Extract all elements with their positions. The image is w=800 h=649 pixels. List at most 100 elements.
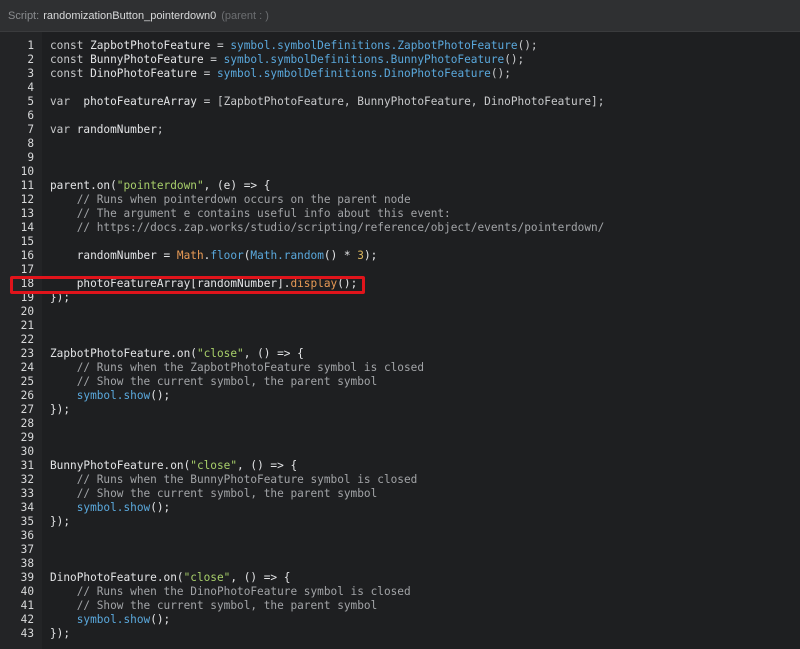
code-line[interactable] — [50, 543, 800, 557]
line-number: 15 — [20, 235, 34, 248]
line-number: 19 — [20, 291, 34, 304]
code-line[interactable]: parent.on("pointerdown", (e) => { — [50, 179, 800, 193]
line-number: 3 — [27, 67, 34, 80]
code-token: , () => { — [230, 571, 291, 584]
line-number: 43 — [20, 627, 34, 640]
code-line[interactable] — [50, 151, 800, 165]
line-number: 17 — [20, 263, 34, 276]
line-number: 25 — [20, 375, 34, 388]
code-line[interactable] — [50, 137, 800, 151]
code-token: var — [50, 123, 77, 136]
code-line[interactable]: }); — [50, 627, 800, 641]
code-token: DinoPhotoFeature.on( — [50, 571, 184, 584]
code-token: }); — [50, 291, 71, 304]
code-token: 3 — [357, 249, 364, 262]
code-line[interactable]: // Runs when pointerdown occurs on the p… — [50, 193, 800, 207]
code-token: = — [196, 67, 217, 80]
line-number: 4 — [27, 81, 34, 94]
line-number: 7 — [27, 123, 34, 136]
code-line[interactable] — [50, 305, 800, 319]
line-number: 5 — [27, 95, 34, 108]
code-line[interactable]: symbol.show(); — [50, 389, 800, 403]
code-line[interactable]: randomNumber = Math.floor(Math.random() … — [50, 249, 800, 263]
line-number: 6 — [27, 109, 34, 122]
code-token: = [ZapbotPhotoFeature, BunnyPhotoFeature… — [196, 95, 605, 108]
code-line[interactable]: // Show the current symbol, the parent s… — [50, 487, 800, 501]
code-line[interactable]: BunnyPhotoFeature.on("close", () => { — [50, 459, 800, 473]
code-line[interactable]: photoFeatureArray[randomNumber].display(… — [50, 277, 800, 291]
code-token: ZapbotPhotoFeature.on( — [50, 347, 197, 360]
line-number: 1 — [27, 39, 34, 52]
code-line[interactable]: // Runs when the ZapbotPhotoFeature symb… — [50, 361, 800, 375]
code-token: parent.on( — [50, 179, 117, 192]
line-number: 35 — [20, 515, 34, 528]
code-line[interactable] — [50, 165, 800, 179]
code-editor[interactable]: 1 2 3 4 5 6 7 8 9 10 11 12 13 14 15 16 17 18 19 20 21 22 23 24 2… — [0, 32, 800, 649]
code-token: symbol.symbolDefinitions.DinoPhotoFeatur… — [217, 67, 491, 80]
line-number: 21 — [20, 319, 34, 332]
code-line[interactable] — [50, 319, 800, 333]
line-number: 40 — [20, 585, 34, 598]
code-token: ; — [156, 123, 164, 136]
code-line[interactable]: // Show the current symbol, the parent s… — [50, 375, 800, 389]
code-token: (); — [150, 501, 171, 514]
code-line[interactable] — [50, 445, 800, 459]
code-line[interactable]: const DinoPhotoFeature = symbol.symbolDe… — [50, 67, 800, 81]
code-line[interactable]: ZapbotPhotoFeature.on("close", () => { — [50, 347, 800, 361]
line-number: 31 — [20, 459, 34, 472]
code-line[interactable]: symbol.show(); — [50, 501, 800, 515]
code-token: = — [210, 39, 231, 52]
line-number: 41 — [20, 599, 34, 612]
script-header: Script: randomizationButton_pointerdown0… — [0, 0, 800, 32]
code-area[interactable]: const ZapbotPhotoFeature = symbol.symbol… — [42, 32, 800, 649]
code-line[interactable] — [50, 81, 800, 95]
code-line[interactable]: // Runs when the DinoPhotoFeature symbol… — [50, 585, 800, 599]
code-token: display — [290, 277, 338, 290]
script-name: randomizationButton_pointerdown0 — [43, 9, 217, 22]
code-token: (); — [504, 53, 525, 66]
code-token: Math — [176, 249, 204, 262]
code-token: = — [203, 53, 224, 66]
code-token: symbol.show — [50, 613, 151, 626]
code-line[interactable]: // Runs when the BunnyPhotoFeature symbo… — [50, 473, 800, 487]
code-line[interactable]: const ZapbotPhotoFeature = symbol.symbol… — [50, 39, 800, 53]
code-line[interactable] — [50, 235, 800, 249]
code-token: symbol.show — [50, 389, 151, 402]
code-line[interactable] — [50, 557, 800, 571]
code-line[interactable]: }); — [50, 291, 800, 305]
code-token: // The argument e contains useful info a… — [50, 207, 451, 220]
line-number: 29 — [20, 431, 34, 444]
code-line[interactable]: }); — [50, 515, 800, 529]
script-label: Script: — [8, 9, 40, 22]
code-token: "close" — [183, 571, 231, 584]
code-line[interactable]: var randomNumber; — [50, 123, 800, 137]
line-number: 10 — [20, 165, 34, 178]
code-line[interactable] — [50, 529, 800, 543]
code-token: }); — [50, 403, 71, 416]
code-line[interactable]: // The argument e contains useful info a… — [50, 207, 800, 221]
code-line[interactable]: // https://docs.zap.works/studio/scripti… — [50, 221, 800, 235]
code-line[interactable]: var photoFeatureArray = [ZapbotPhotoFeat… — [50, 95, 800, 109]
code-line[interactable] — [50, 333, 800, 347]
code-token: // Runs when the ZapbotPhotoFeature symb… — [50, 361, 425, 374]
code-line[interactable]: // Show the current symbol, the parent s… — [50, 599, 800, 613]
code-token: const — [50, 67, 91, 80]
line-number: 39 — [20, 571, 34, 584]
code-line[interactable]: DinoPhotoFeature.on("close", () => { — [50, 571, 800, 585]
code-token: DinoPhotoFeature — [90, 67, 197, 80]
code-line[interactable] — [50, 109, 800, 123]
code-token: (); — [337, 277, 358, 290]
code-token: (); — [517, 39, 538, 52]
code-line[interactable] — [50, 431, 800, 445]
code-line[interactable]: symbol.show(); — [50, 613, 800, 627]
line-number: 36 — [20, 529, 34, 542]
code-token: "close" — [190, 459, 238, 472]
line-number: 11 — [20, 179, 34, 192]
code-token: // Runs when the BunnyPhotoFeature symbo… — [50, 473, 418, 486]
code-token: randomNumber — [76, 123, 157, 136]
code-line[interactable] — [50, 263, 800, 277]
code-line[interactable]: }); — [50, 403, 800, 417]
code-token: randomNumber = — [50, 249, 177, 262]
code-line[interactable] — [50, 417, 800, 431]
code-line[interactable]: const BunnyPhotoFeature = symbol.symbolD… — [50, 53, 800, 67]
